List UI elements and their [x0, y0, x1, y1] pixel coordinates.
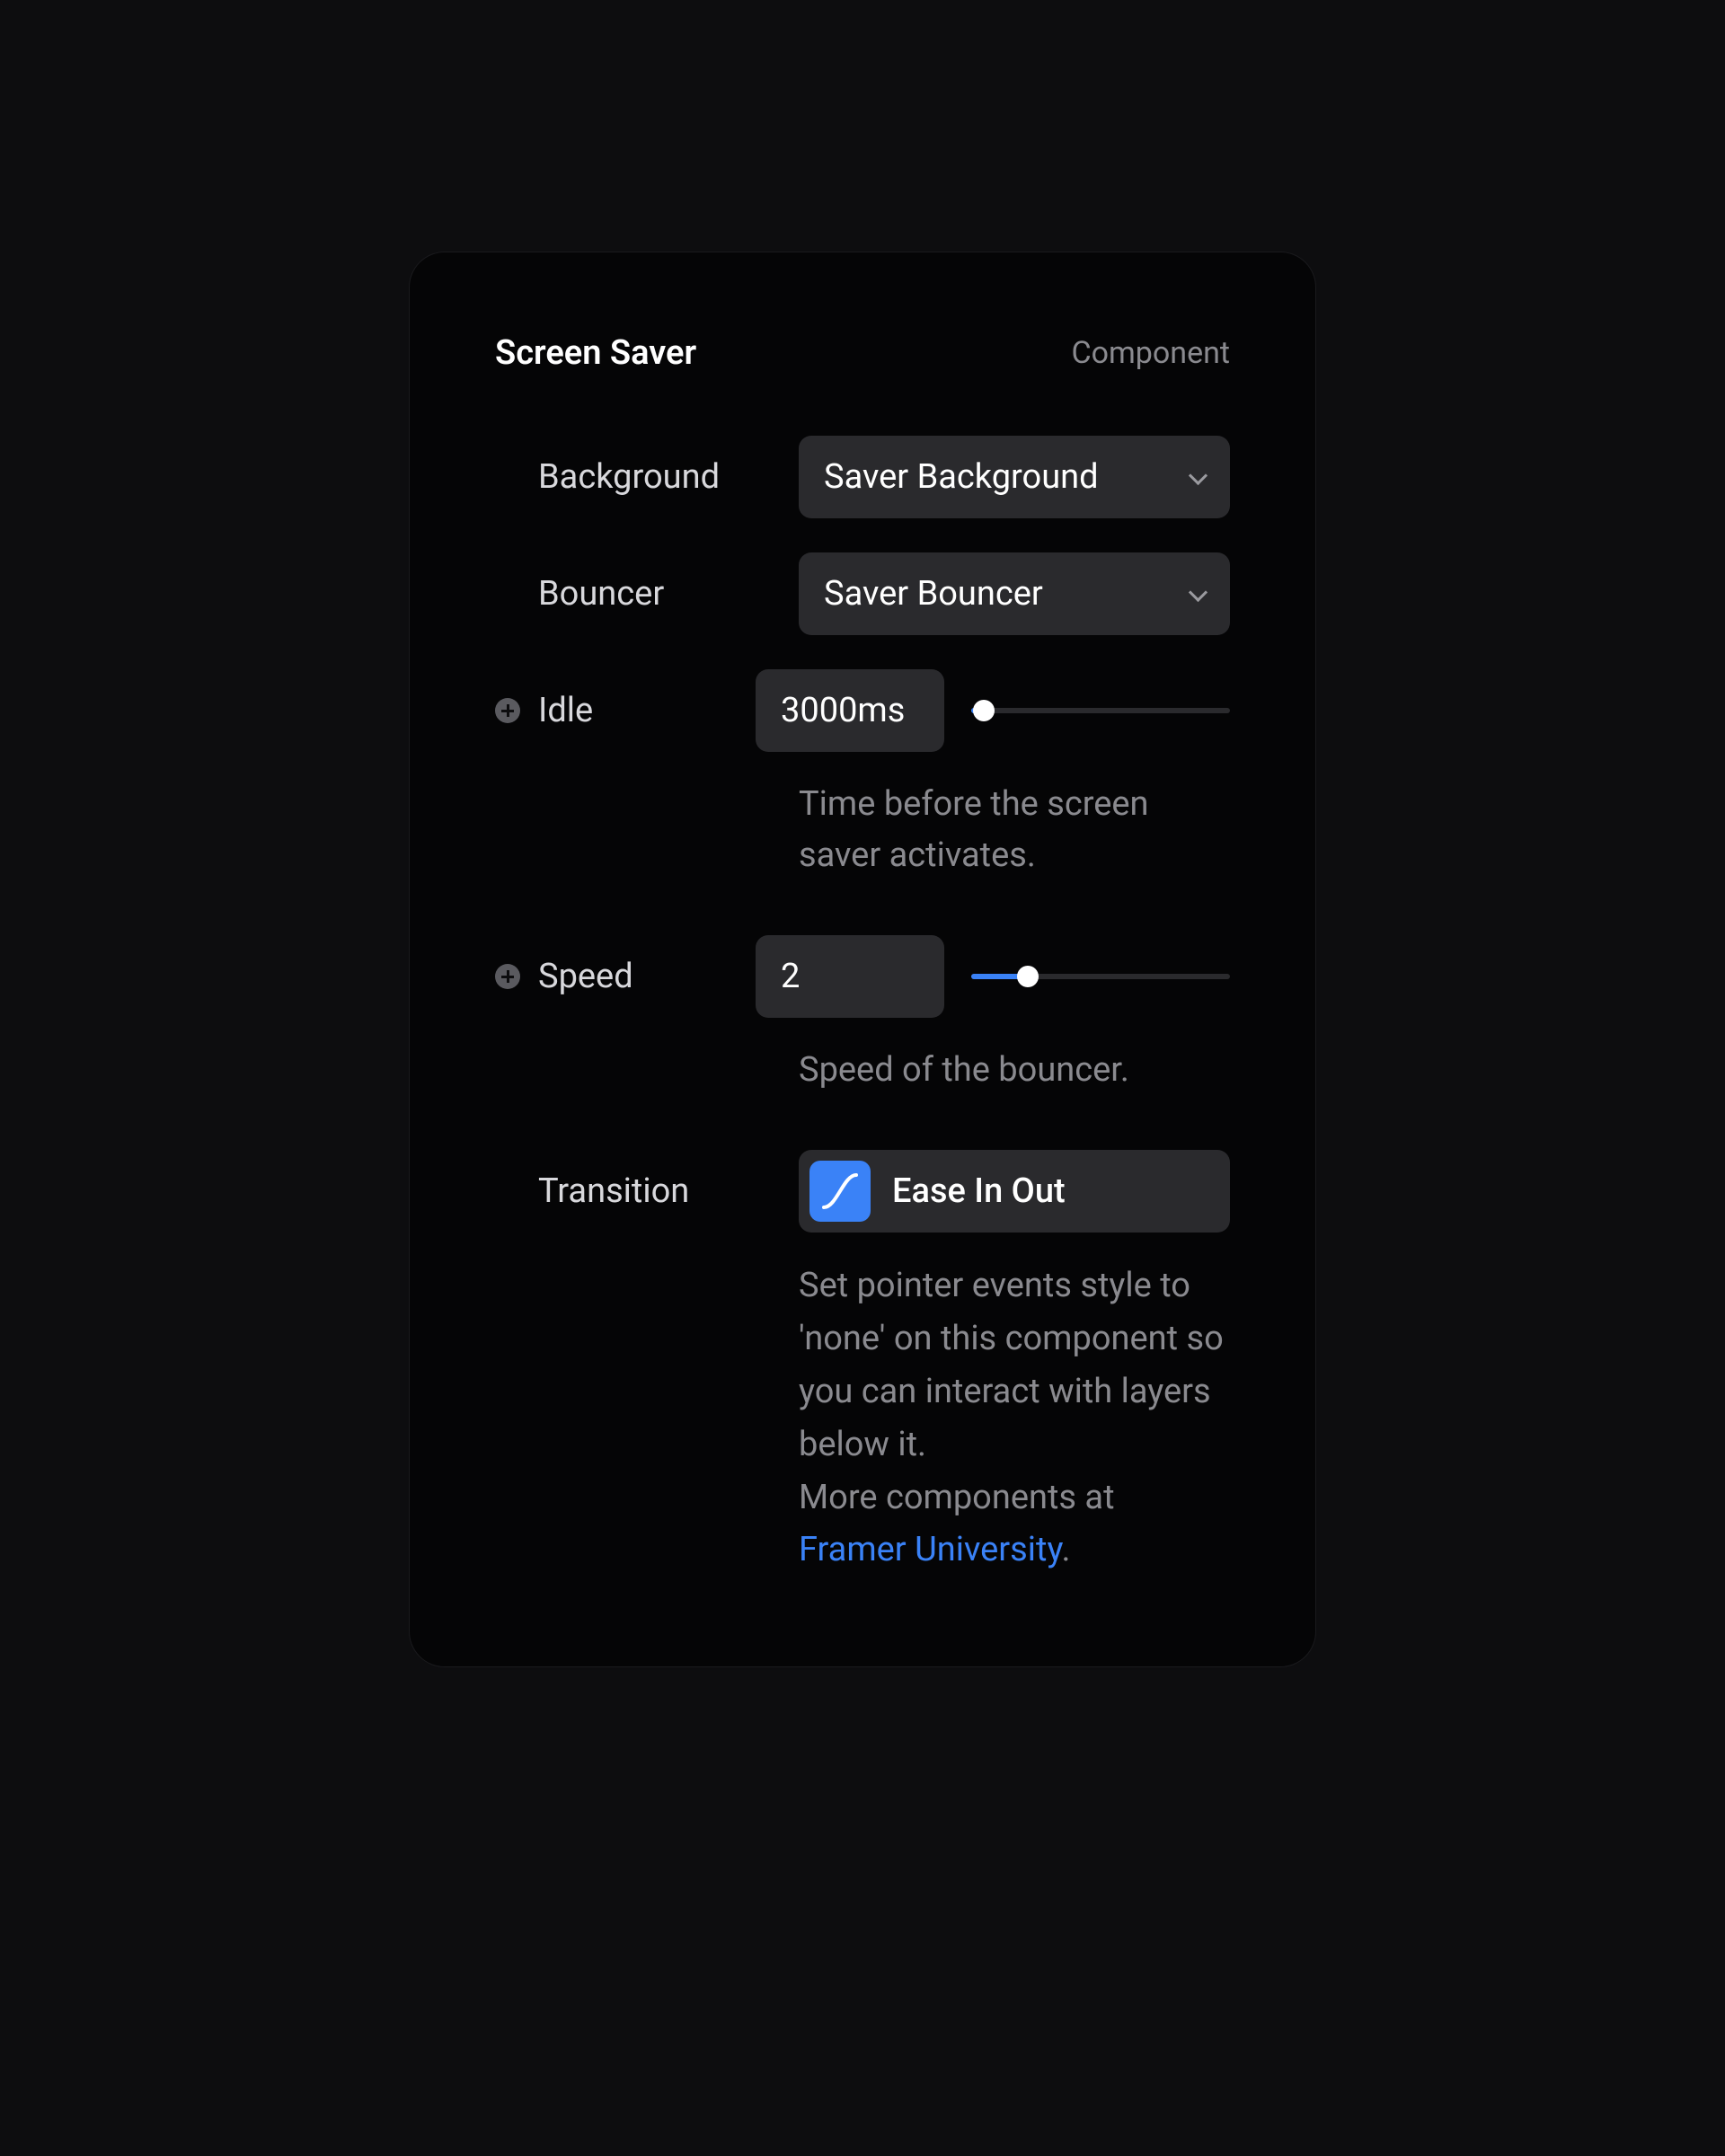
- transition-value: Ease In Out: [892, 1171, 1066, 1211]
- plus-icon[interactable]: [495, 698, 520, 723]
- bouncer-label: Bouncer: [538, 574, 799, 614]
- idle-value-input[interactable]: 3000ms: [756, 669, 944, 752]
- transition-dropdown[interactable]: Ease In Out: [799, 1150, 1230, 1233]
- speed-slider[interactable]: [971, 966, 1230, 987]
- idle-help-text: Time before the screen saver activates.: [799, 779, 1230, 881]
- chevron-down-icon: [1187, 583, 1208, 605]
- slider-thumb[interactable]: [973, 700, 995, 721]
- plus-icon[interactable]: [495, 964, 520, 989]
- idle-row: Idle 3000ms: [495, 669, 1230, 752]
- panel-header: Screen Saver Component: [495, 333, 1230, 373]
- framer-university-link[interactable]: Framer University: [799, 1530, 1061, 1569]
- speed-help-text: Speed of the bouncer.: [799, 1045, 1230, 1096]
- speed-row: Speed 2: [495, 935, 1230, 1018]
- transition-label: Transition: [538, 1171, 799, 1211]
- bouncer-value: Saver Bouncer: [824, 574, 1043, 614]
- chevron-down-icon: [1187, 466, 1208, 488]
- properties-panel: Screen Saver Component Background Saver …: [409, 252, 1316, 1667]
- idle-label: Idle: [538, 691, 756, 730]
- panel-title: Screen Saver: [495, 333, 696, 373]
- ease-curve-icon: [809, 1161, 871, 1222]
- background-row: Background Saver Background: [495, 436, 1230, 518]
- bouncer-row: Bouncer Saver Bouncer: [495, 552, 1230, 635]
- background-value: Saver Background: [824, 457, 1099, 497]
- idle-slider[interactable]: [971, 700, 1230, 721]
- speed-value-input[interactable]: 2: [756, 935, 944, 1018]
- panel-type-label: Component: [1071, 335, 1230, 371]
- speed-label: Speed: [538, 957, 756, 996]
- background-label: Background: [538, 457, 799, 497]
- background-dropdown[interactable]: Saver Background: [799, 436, 1230, 518]
- transition-row: Transition Ease In Out: [495, 1150, 1230, 1233]
- bouncer-dropdown[interactable]: Saver Bouncer: [799, 552, 1230, 635]
- transition-help-text: Set pointer events style to 'none' on th…: [799, 1259, 1230, 1577]
- slider-thumb[interactable]: [1017, 966, 1039, 987]
